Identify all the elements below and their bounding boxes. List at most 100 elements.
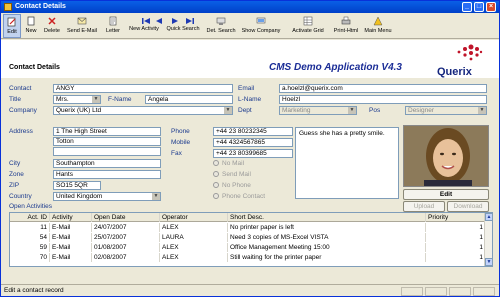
table-row[interactable]: 59 E-Mail 01/08/2007 ALEX Office Managem… [10, 243, 486, 252]
company-select[interactable]: Querix (UK) Ltd ▼ [53, 106, 233, 115]
radio-icon [213, 160, 219, 166]
zip-field[interactable]: SO15 5QR [53, 181, 101, 190]
chevron-down-icon[interactable]: ▼ [152, 193, 160, 200]
column-header[interactable]: Short Desc. [228, 213, 426, 222]
toolbar-quick-search-button[interactable]: Quick Search [165, 26, 201, 37]
toolbar-send-email-button[interactable]: Send E-Mail [65, 14, 99, 38]
mobile-field[interactable]: +44 4324567865 [213, 138, 293, 147]
radio-icon [213, 182, 219, 188]
next-record-icon [171, 18, 178, 24]
scroll-up-icon[interactable]: ▲ [485, 213, 492, 221]
table-row[interactable]: 11 E-Mail 24/07/2007 ALEX No printer pap… [10, 223, 486, 232]
toolbar-main-menu-button[interactable]: Main Menu [363, 14, 393, 38]
fax-field[interactable]: +44 23 80399685 [213, 149, 293, 158]
toolbar-activate-grid-button[interactable]: Activate Grid [289, 14, 327, 38]
dept-label: Dept [238, 107, 252, 114]
scroll-down-icon[interactable]: ▼ [485, 258, 492, 266]
zone-label: Zone [9, 171, 24, 178]
table-row[interactable]: 54 E-Mail 25/07/2007 LAURA Need 3 copies… [10, 233, 486, 242]
country-select[interactable]: United Kingdom ▼ [53, 192, 161, 201]
contact-field[interactable]: ANGY [53, 84, 233, 93]
toolbar: Edit New Delete Send E-Mail Letter New A… [1, 13, 499, 39]
app-icon [4, 3, 12, 11]
address-line-2-field[interactable]: Totton [53, 137, 161, 146]
contact-label: Contact [9, 85, 32, 92]
title-select[interactable]: Mrs. ▼ [53, 95, 101, 104]
app-title: CMS Demo Application V4.3 [269, 62, 402, 73]
chevron-down-icon[interactable]: ▼ [224, 107, 232, 114]
status-cell [425, 287, 447, 296]
fname-field[interactable]: Angela [145, 95, 233, 104]
address-line-1-field[interactable]: 1 The High Street [53, 127, 161, 136]
option-phone-contact[interactable]: Phone Contact [213, 193, 265, 201]
toolbar-letter-button[interactable]: Letter [102, 14, 124, 38]
close-button[interactable]: × [486, 2, 496, 12]
title-bar: Contact Details _ □ × [1, 1, 499, 13]
phone-field[interactable]: +44 23 80232345 [213, 127, 293, 136]
chevron-down-icon[interactable]: ▼ [478, 107, 486, 114]
email-field[interactable]: a.hoelzl@querix.com [279, 84, 487, 93]
pos-label: Pos [369, 107, 381, 114]
notes-field[interactable]: Guess she has a pretty smile. [295, 127, 399, 199]
upload-button[interactable]: Upload [403, 201, 445, 212]
zip-label: ZIP [9, 182, 20, 189]
minimize-button[interactable]: _ [462, 2, 472, 12]
chevron-down-icon[interactable]: ▼ [348, 107, 356, 114]
column-header[interactable]: Operator [160, 213, 228, 222]
maximize-button[interactable]: □ [474, 2, 484, 12]
title-label: Title [9, 96, 22, 103]
toolbar-print-html-button[interactable]: Print-Html [331, 14, 361, 38]
toolbar-delete-button[interactable]: Delete [42, 14, 62, 38]
chevron-down-icon[interactable]: ▼ [92, 96, 100, 103]
address-label: Address [9, 128, 33, 135]
show-company-icon [256, 17, 266, 24]
address-line-3-field[interactable] [53, 147, 161, 156]
radio-icon [213, 193, 219, 199]
lname-label: L-Name [238, 96, 262, 103]
new-icon [27, 16, 35, 26]
first-record-icon [141, 18, 150, 24]
toolbar-new-activity-button[interactable]: New Activity [125, 26, 163, 37]
lname-field[interactable]: Hoelzl [279, 95, 487, 104]
logo-wordmark: Querix [437, 66, 472, 78]
zone-field[interactable]: Hants [53, 170, 161, 179]
download-button[interactable]: Download [447, 201, 489, 212]
pos-select[interactable]: Designer ▼ [405, 106, 487, 115]
activate-grid-icon [303, 16, 313, 26]
column-header[interactable]: Open Date [92, 213, 160, 222]
mobile-label: Mobile [171, 139, 191, 146]
contact-photo [403, 125, 489, 187]
company-label: Company [9, 107, 37, 114]
city-field[interactable]: Southampton [53, 159, 161, 168]
open-activities-label: Open Activities [9, 203, 52, 210]
status-cell [473, 287, 495, 296]
option-send-mail[interactable]: Send Mail [213, 171, 251, 179]
column-header[interactable]: Act. ID [10, 213, 50, 222]
column-header[interactable]: Priority [426, 213, 486, 222]
portrait-image [404, 126, 488, 186]
option-no-phone[interactable]: No Phone [213, 182, 251, 190]
email-label: Email [238, 85, 255, 92]
phone-label: Phone [171, 128, 190, 135]
toolbar-detail-search-button[interactable]: Det. Search [204, 14, 238, 38]
delete-icon [48, 17, 56, 25]
toolbar-edit-button[interactable]: Edit [3, 14, 21, 38]
status-text: Edit a contact record [4, 287, 64, 294]
column-header[interactable]: Activity [50, 213, 92, 222]
dept-select[interactable]: Marketing ▼ [279, 106, 357, 115]
main-menu-icon [373, 16, 383, 26]
table-row[interactable]: 70 E-Mail 02/08/2007 ALEX Still waiting … [10, 253, 486, 262]
app-window: Contact Details _ □ × Edit New Delete Se… [0, 0, 500, 297]
fname-label: F-Name [108, 96, 132, 103]
contact-form: Contact ANGY Title Mrs. ▼ F-Name Angela C… [1, 78, 499, 284]
edit-photo-button[interactable]: Edit [403, 189, 489, 200]
option-no-mail[interactable]: No Mail [213, 160, 244, 168]
toolbar-show-company-button[interactable]: Show Company [241, 14, 281, 38]
grid-scrollbar[interactable]: ▲ ▼ [484, 213, 492, 266]
activities-grid[interactable]: Act. ID Activity Open Date Operator Shor… [9, 212, 493, 267]
edit-icon [7, 17, 16, 27]
detail-search-icon [216, 17, 226, 25]
header-band: Contact Details CMS Demo Application V4.… [1, 40, 499, 78]
toolbar-new-button[interactable]: New [22, 14, 40, 38]
email-icon [77, 17, 87, 25]
